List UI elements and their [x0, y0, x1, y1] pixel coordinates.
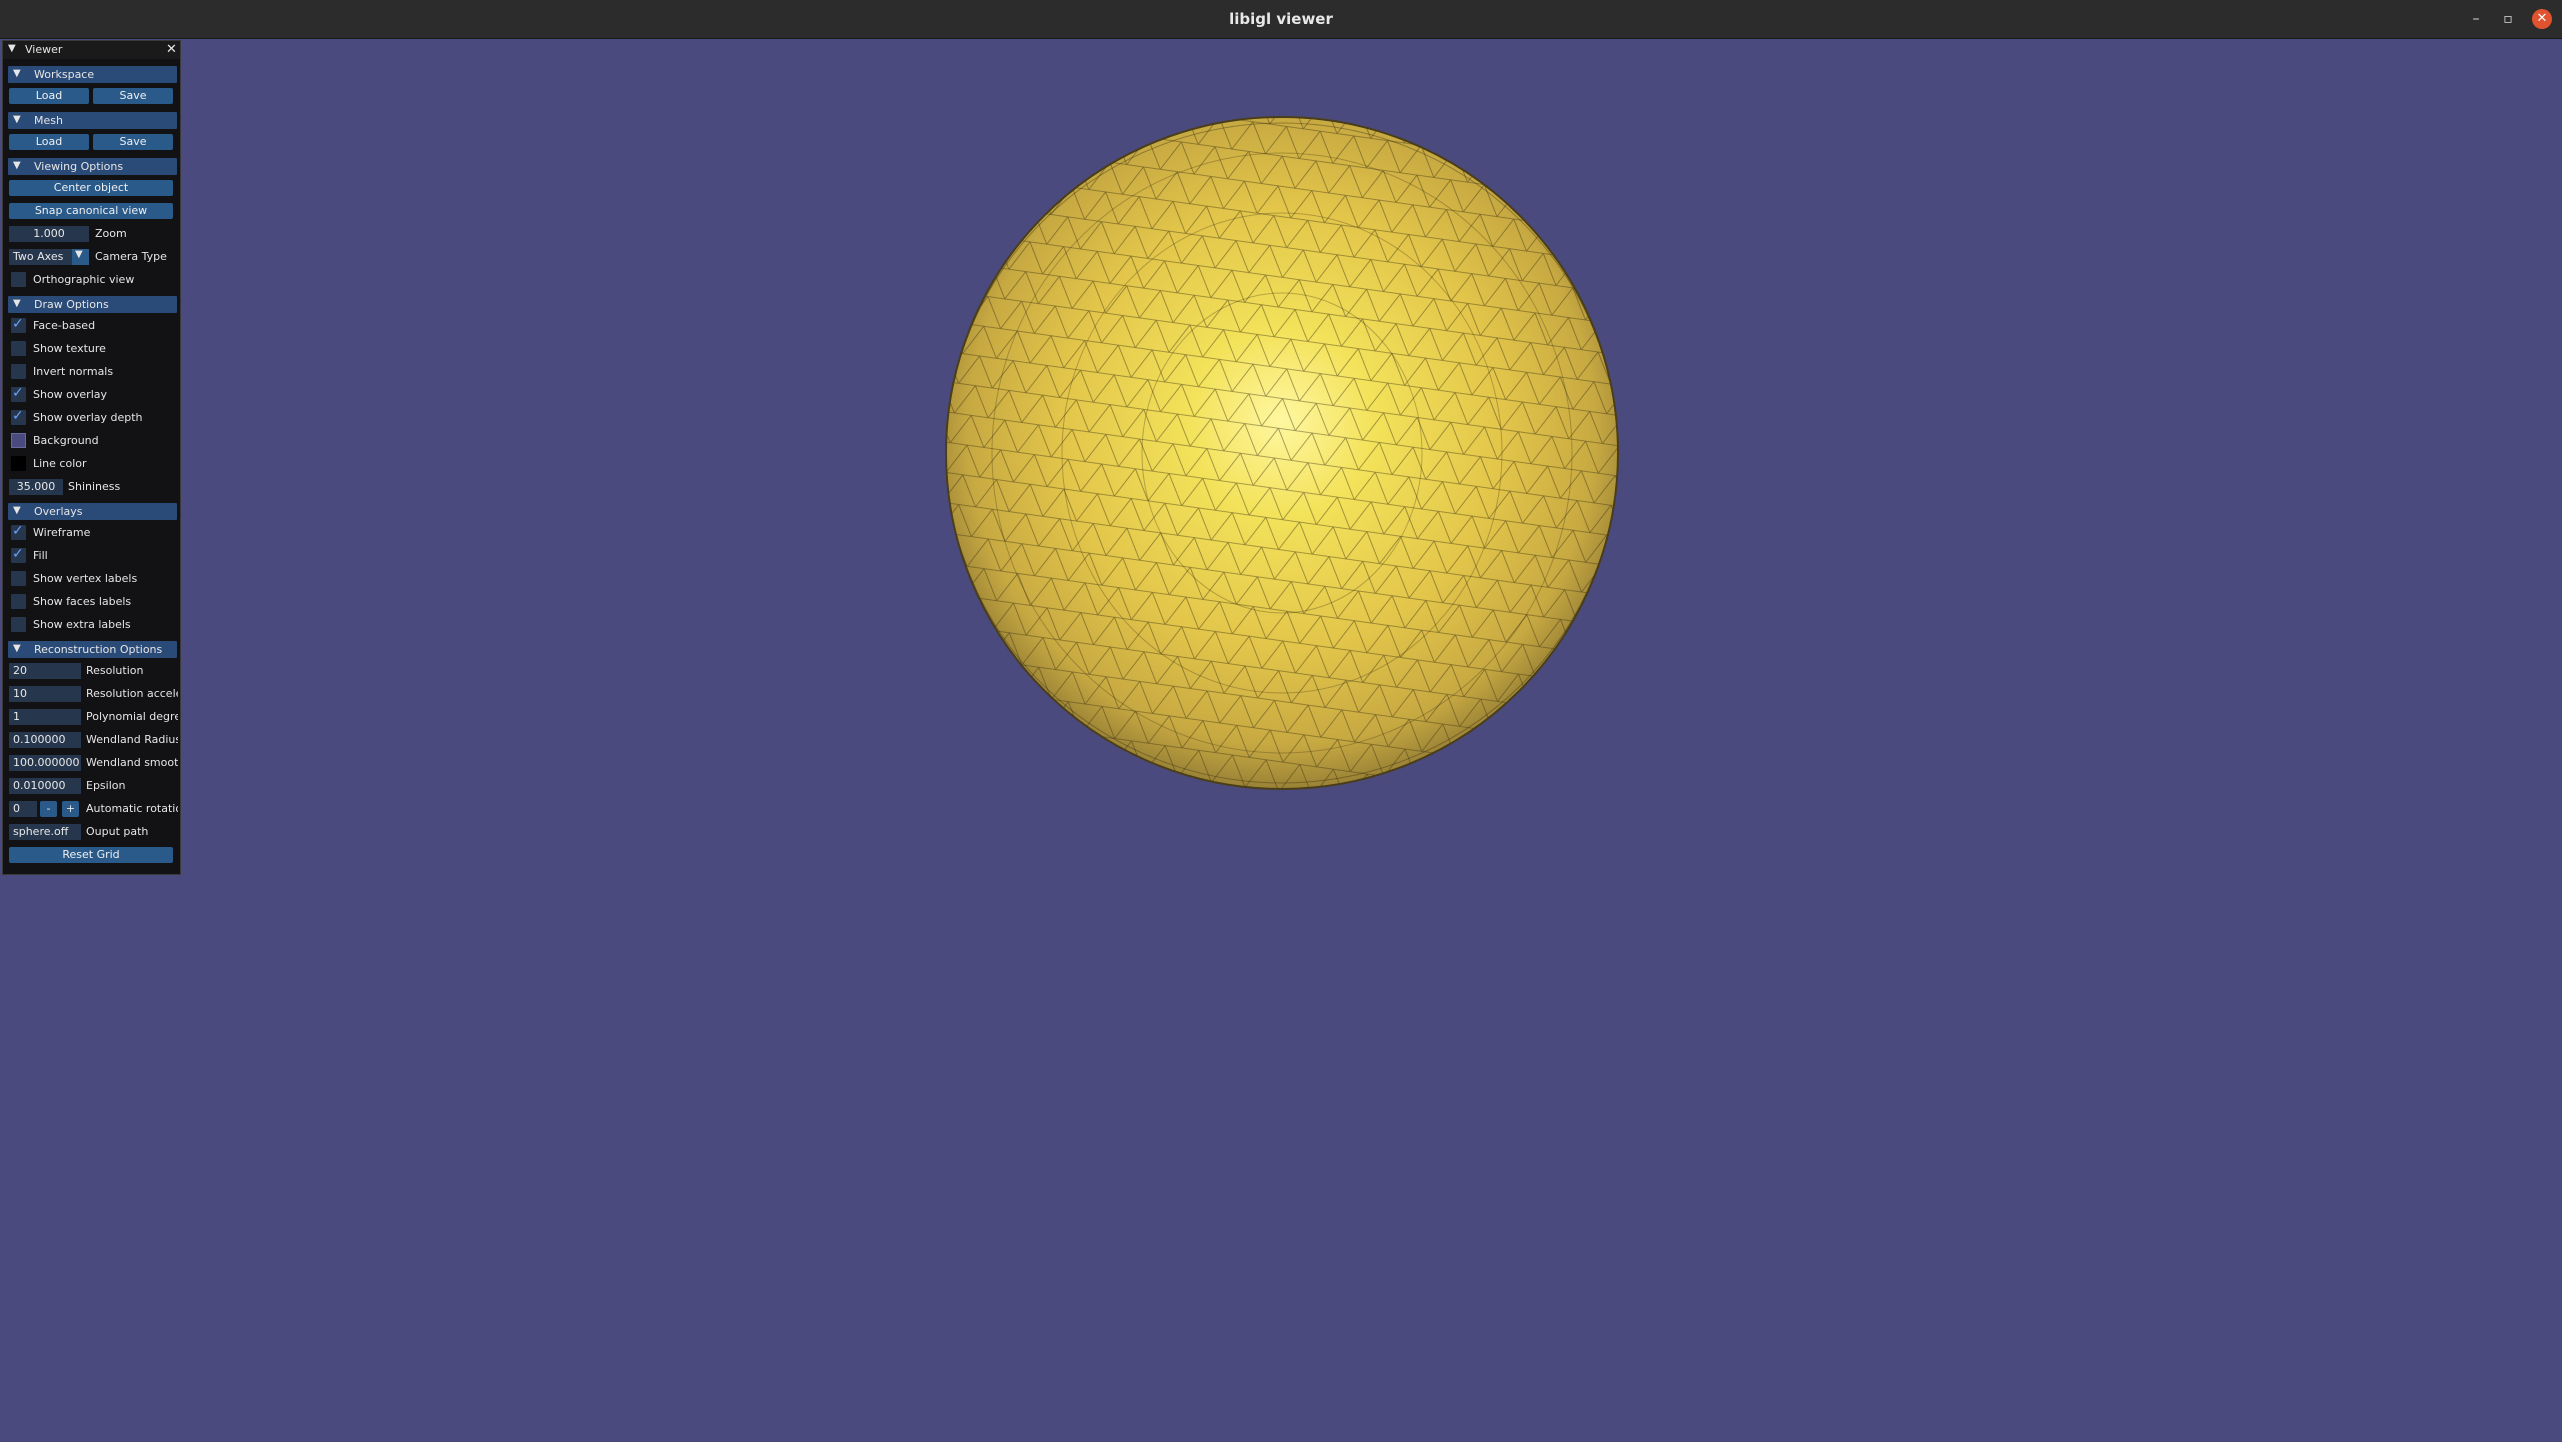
background-color-swatch[interactable]: [11, 433, 26, 448]
face-based-checkbox[interactable]: [11, 316, 26, 333]
collapse-icon[interactable]: ▼: [8, 43, 16, 54]
resolution-input[interactable]: 20: [9, 663, 81, 679]
invert-normals-label: Invert normals: [33, 365, 114, 378]
close-icon[interactable]: ✕: [2532, 9, 2552, 29]
chevron-down-icon: ▼: [13, 160, 21, 171]
epsilon-label: Epsilon: [86, 779, 126, 792]
automatic-rotation-input[interactable]: 0: [9, 801, 37, 817]
automatic-rotation-label: Automatic rotatior: [86, 802, 178, 815]
viewport-canvas[interactable]: [0, 39, 2562, 1442]
sphere-render: [945, 116, 1619, 790]
show-overlay-depth-checkbox[interactable]: [11, 408, 26, 425]
panel-titlebar[interactable]: ▼ Viewer ✕: [3, 41, 180, 59]
chevron-down-icon: ▼: [13, 298, 21, 309]
zoom-label: Zoom: [95, 227, 127, 240]
show-texture-checkbox[interactable]: [11, 341, 26, 356]
mesh-load-button[interactable]: Load: [9, 134, 89, 150]
chevron-down-icon: ▼: [75, 249, 83, 260]
line-color-label: Line color: [33, 457, 87, 470]
vertex-labels-label: Show vertex labels: [33, 572, 138, 585]
workspace-load-button[interactable]: Load: [9, 88, 89, 104]
mesh-header[interactable]: ▼ Mesh: [8, 112, 177, 129]
viewer-panel: ▼ Viewer ✕ ▼ Workspace Load Save ▼ Mesh …: [2, 40, 181, 875]
workspace-header[interactable]: ▼ Workspace: [8, 66, 177, 83]
workspace-header-label: Workspace: [34, 68, 95, 81]
shininess-label: Shininess: [68, 480, 121, 493]
workspace-save-button[interactable]: Save: [93, 88, 173, 104]
chevron-down-icon: ▼: [13, 114, 21, 125]
draw-options-header[interactable]: ▼ Draw Options: [8, 296, 177, 313]
panel-close-icon[interactable]: ✕: [166, 42, 177, 57]
orthographic-label: Orthographic view: [33, 273, 135, 286]
mesh-save-button[interactable]: Save: [93, 134, 173, 150]
maximize-icon[interactable]: ▫: [2498, 9, 2518, 29]
draw-options-label: Draw Options: [34, 298, 109, 311]
center-object-button[interactable]: Center object: [9, 180, 173, 196]
camera-type-label: Camera Type: [95, 250, 167, 263]
viewing-options-label: Viewing Options: [34, 160, 124, 173]
output-path-input[interactable]: sphere.off: [9, 824, 81, 840]
panel-title: Viewer: [25, 43, 63, 56]
polynomial-degree-label: Polynomial degree: [86, 710, 178, 723]
resolution-label: Resolution: [86, 664, 144, 677]
fill-checkbox[interactable]: [11, 546, 26, 563]
reconstruction-options-label: Reconstruction Options: [34, 643, 163, 656]
wendland-smooth-label: Wendland smooth: [86, 756, 178, 769]
shininess-input[interactable]: 35.000: [9, 479, 63, 495]
decrement-button[interactable]: -: [40, 801, 57, 817]
mesh-header-label: Mesh: [34, 114, 63, 127]
wireframe-label: Wireframe: [33, 526, 91, 539]
resolution-acceleration-input[interactable]: 10: [9, 686, 81, 702]
wendland-radius-label: Wendland Radius: [86, 733, 178, 746]
resolution-acceleration-label: Resolution acceler: [86, 687, 178, 700]
zoom-input[interactable]: 1.000: [9, 226, 89, 242]
chevron-down-icon: ▼: [13, 68, 21, 79]
show-overlay-label: Show overlay: [33, 388, 108, 401]
increment-button[interactable]: +: [62, 801, 79, 817]
orthographic-checkbox[interactable]: [11, 272, 26, 287]
faces-labels-label: Show faces labels: [33, 595, 132, 608]
extra-labels-checkbox[interactable]: [11, 617, 26, 632]
camera-type-select[interactable]: Two Axes: [9, 249, 72, 265]
vertex-labels-checkbox[interactable]: [11, 571, 26, 586]
polynomial-degree-input[interactable]: 1: [9, 709, 81, 725]
face-based-label: Face-based: [33, 319, 96, 332]
window-title: libigl viewer: [1229, 10, 1333, 28]
output-path-label: Ouput path: [86, 825, 149, 838]
title-bar: libigl viewer – ▫ ✕: [0, 0, 2562, 39]
overlays-label: Overlays: [34, 505, 83, 518]
reset-grid-button[interactable]: Reset Grid: [9, 847, 173, 863]
chevron-down-icon: ▼: [13, 505, 21, 516]
overlays-header[interactable]: ▼ Overlays: [8, 503, 177, 520]
camera-type-dropdown[interactable]: ▼: [72, 249, 89, 265]
epsilon-input[interactable]: 0.010000: [9, 778, 81, 794]
viewing-options-header[interactable]: ▼ Viewing Options: [8, 158, 177, 175]
snap-canonical-view-button[interactable]: Snap canonical view: [9, 203, 173, 219]
faces-labels-checkbox[interactable]: [11, 594, 26, 609]
extra-labels-label: Show extra labels: [33, 618, 131, 631]
background-label: Background: [33, 434, 99, 447]
line-color-swatch[interactable]: [11, 456, 26, 471]
minimize-icon[interactable]: –: [2466, 9, 2486, 29]
sphere-wireframe: [946, 117, 1618, 789]
wendland-radius-input[interactable]: 0.100000: [9, 732, 81, 748]
show-overlay-checkbox[interactable]: [11, 385, 26, 402]
reconstruction-options-header[interactable]: ▼ Reconstruction Options: [8, 641, 177, 658]
wireframe-checkbox[interactable]: [11, 523, 26, 540]
fill-label: Fill: [33, 549, 48, 562]
invert-normals-checkbox[interactable]: [11, 364, 26, 379]
show-texture-label: Show texture: [33, 342, 106, 355]
show-overlay-depth-label: Show overlay depth: [33, 411, 143, 424]
wendland-smooth-input[interactable]: 100.000000: [9, 755, 81, 771]
chevron-down-icon: ▼: [13, 643, 21, 654]
